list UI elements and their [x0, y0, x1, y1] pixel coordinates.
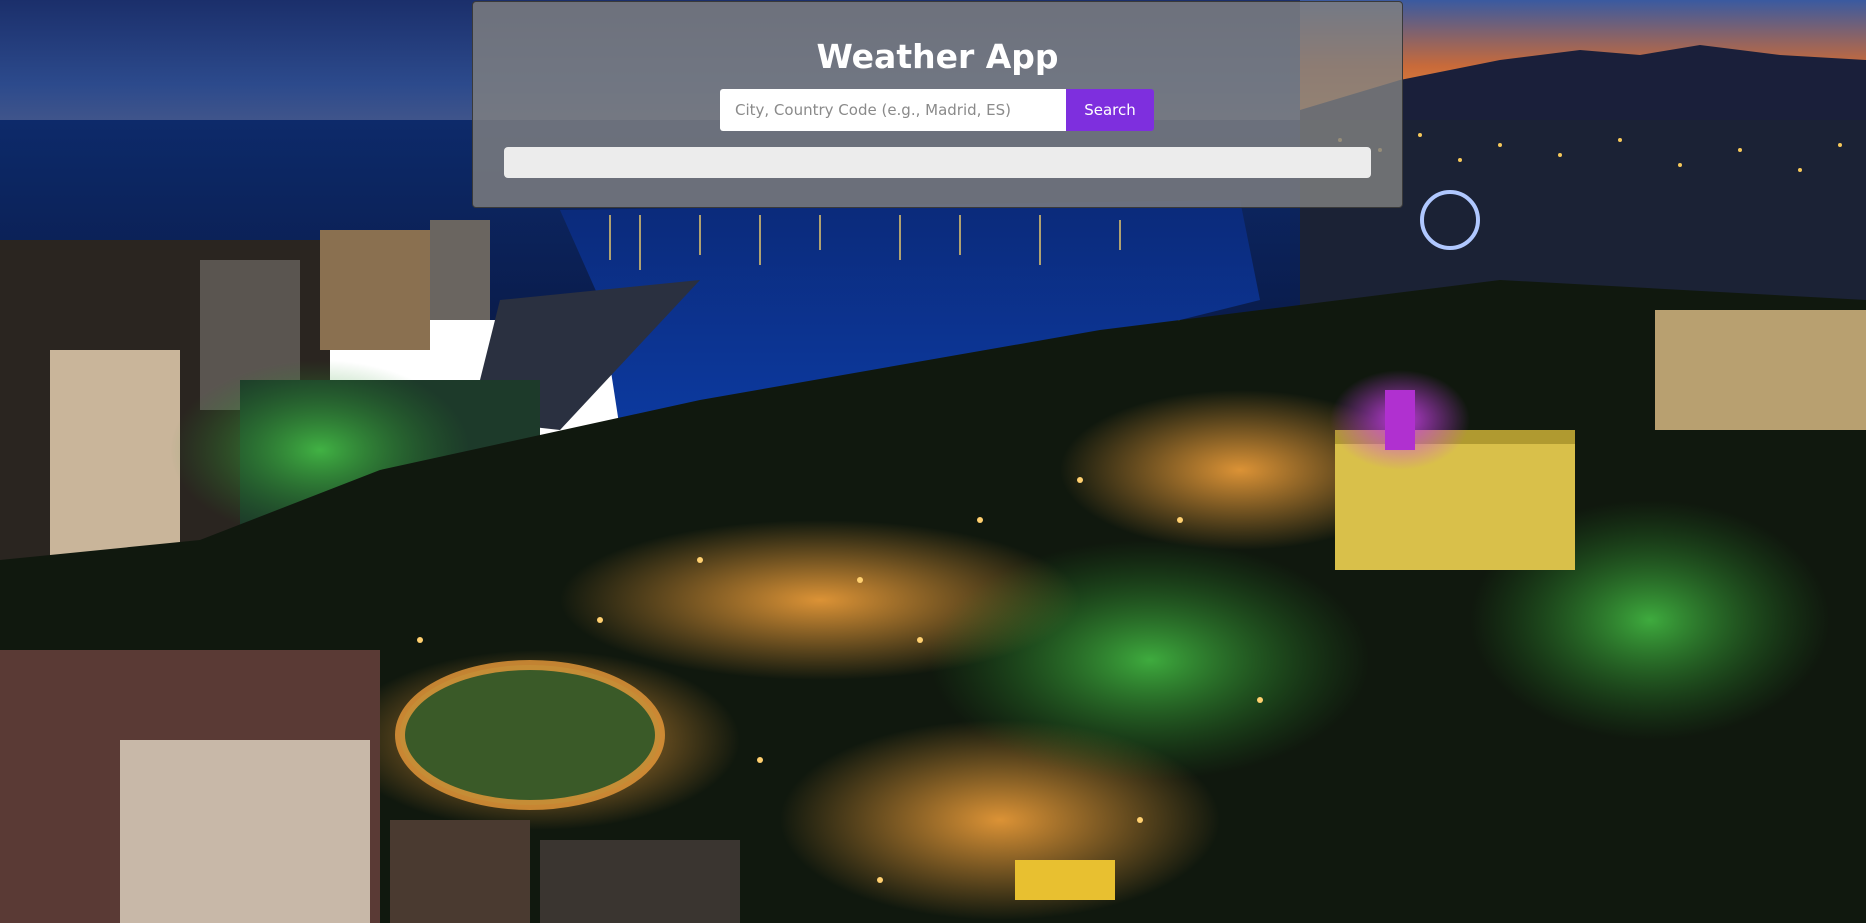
- city-search-input[interactable]: [720, 89, 1066, 131]
- weather-panel: Weather App Search: [472, 1, 1403, 208]
- search-form: Search: [720, 89, 1154, 131]
- search-button[interactable]: Search: [1066, 89, 1154, 131]
- weather-result-area: [504, 147, 1371, 178]
- app-title: Weather App: [816, 37, 1059, 76]
